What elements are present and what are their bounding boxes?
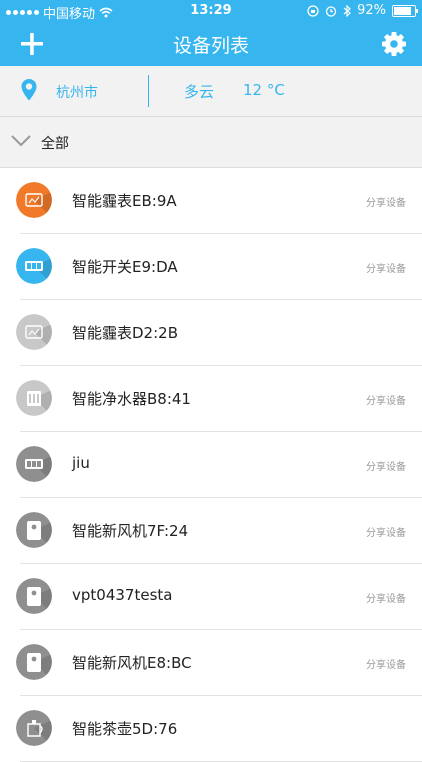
teapot-icon (16, 710, 52, 746)
share-device-button[interactable]: 分享设备 (366, 260, 406, 275)
status-bar: 中国移动 13:29 92% (0, 0, 422, 22)
device-row[interactable]: 智能茶壶5D:76 (0, 696, 422, 762)
navigation-bar: 设备列表 (0, 22, 422, 66)
battery-icon (392, 4, 418, 17)
switch-icon (16, 248, 52, 284)
share-device-button[interactable]: 分享设备 (366, 194, 406, 209)
gear-icon (382, 32, 406, 56)
battery-fill (394, 6, 411, 15)
group-header[interactable]: 全部 (0, 117, 422, 168)
device-name: 智能茶壶5D:76 (72, 720, 178, 738)
air-monitor-icon (16, 314, 52, 350)
device-row[interactable]: 智能霾表EB:9A 分享设备 (0, 168, 422, 234)
battery-percent: 92% (357, 3, 386, 18)
device-name: 智能净水器B8:41 (72, 390, 191, 408)
device-row[interactable]: 智能新风机7F:24 分享设备 (0, 498, 422, 564)
page-title: 设备列表 (172, 35, 249, 57)
weather-bar: 杭州市 多云 12 °C (0, 66, 422, 117)
weather-divider (148, 75, 149, 107)
device-row[interactable]: vpt0437testa 分享设备 (0, 564, 422, 630)
device-row[interactable]: 智能霾表D2:2B (0, 300, 422, 366)
device-row[interactable]: 智能开关E9:DA 分享设备 (0, 234, 422, 300)
location-pin-icon (21, 79, 37, 101)
water-purifier-icon (16, 380, 52, 416)
chevron-down-icon (11, 135, 31, 147)
device-row[interactable]: jiu 分享设备 (0, 432, 422, 498)
share-device-button[interactable]: 分享设备 (366, 524, 406, 539)
share-device-button[interactable]: 分享设备 (366, 590, 406, 605)
app-header: 中国移动 13:29 92% 设备列表 (0, 0, 422, 66)
device-row[interactable]: 智能净水器B8:41 分享设备 (0, 366, 422, 432)
settings-button[interactable] (378, 28, 410, 60)
device-name: 智能新风机E8:BC (72, 654, 192, 672)
device-name: 智能新风机7F:24 (72, 522, 189, 540)
share-device-button[interactable]: 分享设备 (366, 458, 406, 473)
device-name: vpt0437testa (72, 586, 173, 604)
fresh-air-icon (16, 512, 52, 548)
rotation-lock-icon (307, 4, 319, 17)
device-row[interactable]: 智能新风机E8:BC 分享设备 (0, 630, 422, 696)
fresh-air-icon (16, 578, 52, 614)
device-name: 智能霾表D2:2B (72, 324, 178, 342)
city-label[interactable]: 杭州市 (56, 82, 98, 102)
alarm-icon (325, 5, 337, 17)
status-right: 92% (307, 3, 418, 18)
device-name: 智能霾表EB:9A (72, 192, 177, 210)
bluetooth-icon (343, 4, 351, 17)
weather-temperature: 12 °C (243, 81, 285, 99)
fresh-air-icon (16, 644, 52, 680)
switch-icon (16, 446, 52, 482)
share-device-button[interactable]: 分享设备 (366, 392, 406, 407)
device-name: 智能开关E9:DA (72, 258, 178, 276)
device-list: 智能霾表EB:9A 分享设备 智能开关E9:DA 分享设备 智能霾表D2:2B 智能净水器… (0, 168, 422, 762)
group-label: 全部 (41, 136, 69, 152)
device-name: jiu (72, 454, 90, 472)
weather-condition: 多云 (184, 83, 215, 101)
share-device-button[interactable]: 分享设备 (366, 656, 406, 671)
air-monitor-icon (16, 182, 52, 218)
